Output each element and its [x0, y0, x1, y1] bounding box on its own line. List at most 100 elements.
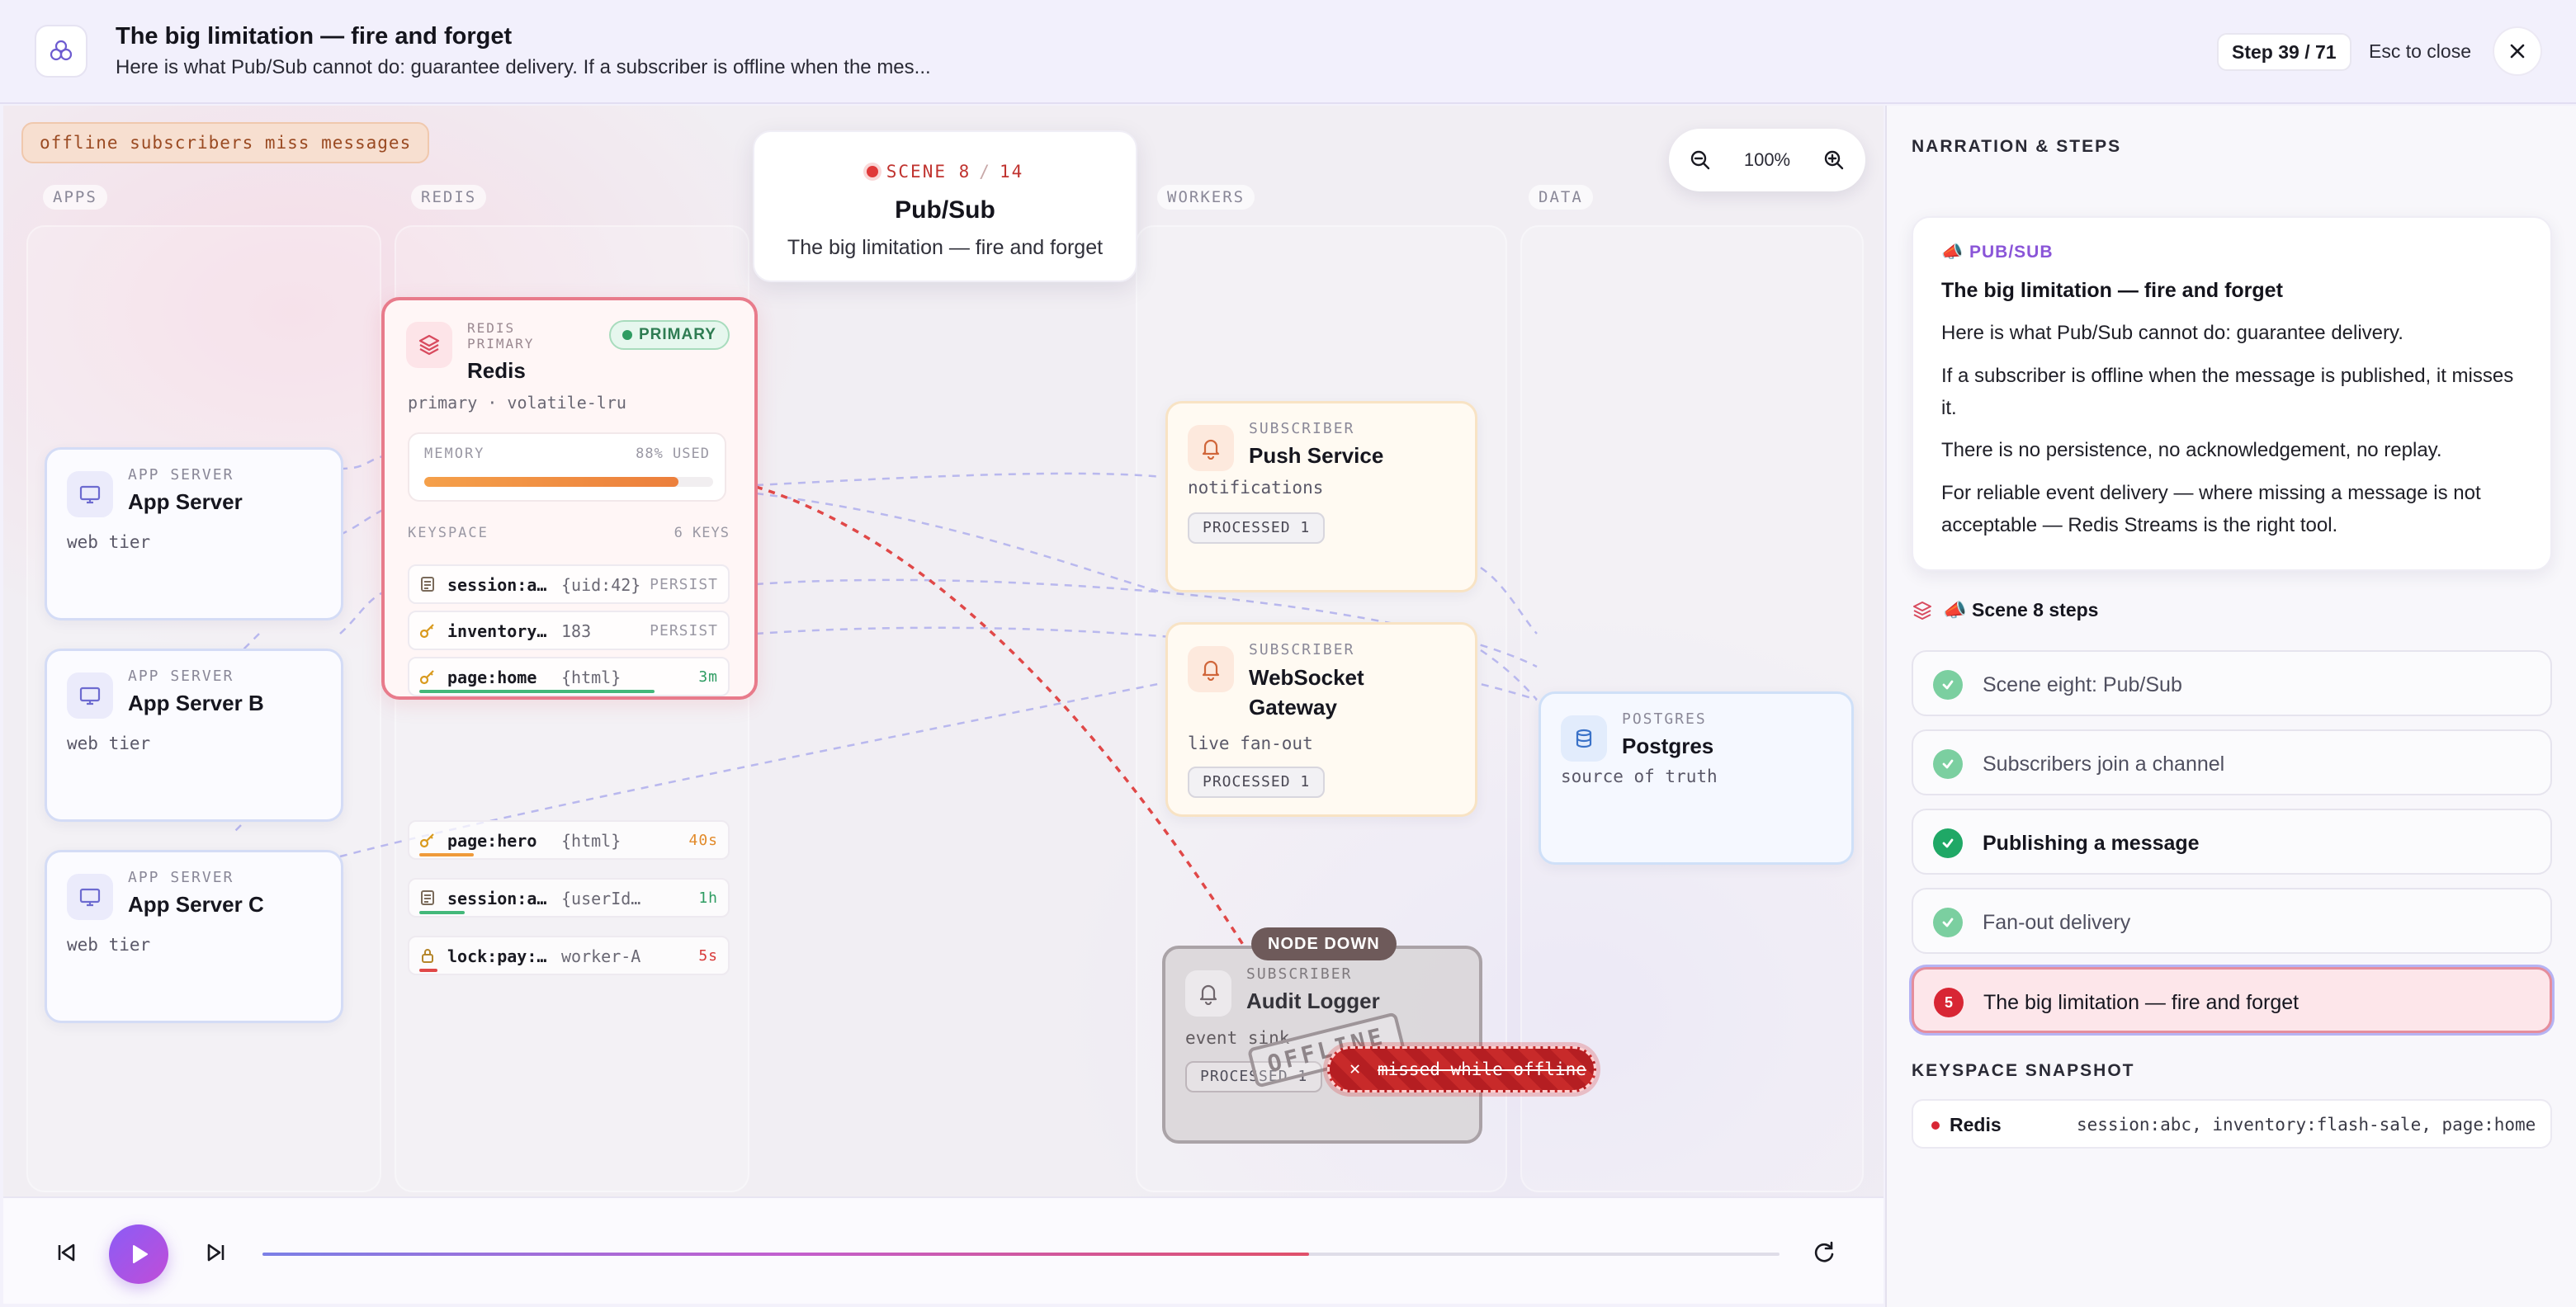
key-row[interactable]: session:a… {userId… 1h	[408, 878, 730, 918]
node-desc: web tier	[67, 532, 151, 552]
bell-icon	[1185, 970, 1231, 1017]
missed-message-label: missed while offline	[1378, 1059, 1586, 1079]
monitor-icon	[67, 672, 113, 719]
keyspace-heading: KEYSPACE SNAPSHOT	[1912, 1061, 2135, 1080]
key-icon	[419, 624, 434, 639]
narration-paragraph: There is no persistence, no acknowledgem…	[1941, 439, 2442, 461]
memory-meter: MEMORY 88% USED	[408, 432, 726, 502]
node-kind-line: PRIMARY	[467, 336, 535, 352]
next-step-button[interactable]	[200, 1236, 233, 1273]
step-counter: Step 39 / 71	[2217, 33, 2351, 71]
key-name: session:a…	[447, 889, 547, 908]
key-icon	[419, 833, 434, 848]
step-label: The big limitation — fire and forget	[1983, 991, 2299, 1014]
step-item-active[interactable]: 5 The big limitation — fire and forget	[1912, 967, 2552, 1033]
key-ttl: 40s	[688, 832, 718, 849]
lock-icon	[422, 949, 433, 963]
narration-paragraph: If a subscriber is offline when the mess…	[1941, 365, 2514, 419]
node-app-server[interactable]: APP SERVER App Server web tier	[45, 447, 343, 620]
step-item[interactable]: Publishing a message	[1912, 809, 2552, 875]
alert-badge: offline subscribers miss messages	[21, 122, 430, 163]
step-item[interactable]: Fan-out delivery	[1912, 888, 2552, 954]
node-postgres[interactable]: POSTGRES Postgres source of truth	[1539, 691, 1854, 865]
step-label: Subscribers join a channel	[1983, 753, 2225, 776]
database-icon	[1561, 715, 1607, 762]
monitor-icon	[67, 874, 113, 920]
key-ttl-bar	[419, 969, 437, 972]
bell-icon	[1188, 425, 1234, 471]
step-label: Fan-out delivery	[1983, 911, 2131, 934]
zoom-in-icon	[1825, 150, 1844, 170]
key-ttl: PERSIST	[650, 576, 718, 593]
x-icon: ✕	[1349, 1059, 1361, 1079]
esc-hint: Esc to close	[2369, 40, 2471, 62]
key-row[interactable]: lock:pay:… worker-A 5s	[408, 936, 730, 975]
node-title: Redis	[467, 358, 526, 383]
node-desc: live fan-out	[1188, 734, 1313, 753]
scene-number: SCENE 8	[886, 162, 971, 182]
modal-header: The big limitation — fire and forget Her…	[0, 0, 2576, 104]
node-down-badge: NODE DOWN	[1251, 927, 1397, 960]
step-item[interactable]: Scene eight: Pub/Sub	[1912, 650, 2552, 716]
restart-icon	[1814, 1241, 1834, 1262]
node-kind-line: REDIS	[467, 320, 516, 336]
narration-paragraph: For reliable event delivery — where miss…	[1941, 482, 2481, 536]
key-icon	[419, 670, 434, 685]
close-button[interactable]	[2493, 26, 2542, 76]
key-value: {html}	[561, 831, 622, 851]
skip-forward-icon	[207, 1243, 225, 1262]
node-title-line: WebSocket	[1249, 665, 1364, 690]
document-icon	[421, 577, 434, 592]
node-title: Push Service	[1249, 443, 1384, 468]
memory-bar-fill	[424, 477, 678, 487]
key-name: page:hero	[447, 831, 537, 851]
processed-badge: PROCESSED 1	[1188, 767, 1326, 798]
panel-heading: NARRATION & STEPS	[1912, 137, 2122, 156]
node-app-server-c[interactable]: APP SERVER App Server C web tier	[45, 850, 343, 1023]
page-title: The big limitation — fire and forget	[116, 23, 513, 50]
zoom-in-button[interactable]	[1816, 142, 1852, 178]
node-kind: POSTGRES	[1622, 710, 1707, 728]
key-ttl-bar	[419, 690, 655, 693]
play-button[interactable]	[109, 1224, 168, 1284]
zoom-out-icon	[1690, 150, 1709, 170]
node-app-server-b[interactable]: APP SERVER App Server B web tier	[45, 649, 343, 822]
restart-button[interactable]	[1808, 1236, 1841, 1273]
zoom-out-button[interactable]	[1682, 142, 1718, 178]
keyspace-count: 6 KEYS	[674, 525, 730, 541]
key-row[interactable]: page:hero {html} 40s	[408, 820, 730, 860]
node-title: Postgres	[1622, 734, 1714, 758]
key-row[interactable]: page:home {html} 3m	[408, 657, 730, 696]
key-name: lock:pay:…	[447, 946, 547, 966]
key-value: {userId…	[561, 889, 641, 908]
node-push-service[interactable]: SUBSCRIBER Push Service notifications PR…	[1165, 401, 1477, 592]
narration-paragraph: Here is what Pub/Sub cannot do: guarante…	[1941, 322, 2403, 344]
scene-title: Pub/Sub	[895, 196, 995, 224]
node-websocket-gateway[interactable]: SUBSCRIBER WebSocket Gateway live fan-ou…	[1165, 622, 1477, 817]
key-ttl-bar	[419, 853, 474, 856]
memory-used: 88% USED	[636, 446, 710, 462]
playback-bar	[3, 1196, 1884, 1304]
diagram-canvas[interactable]: APPS REDIS WORKERS DATA offline subscrib…	[3, 106, 1884, 1196]
node-title-line: Gateway	[1249, 695, 1337, 720]
key-row[interactable]: session:a… {uid:42} PERSIST	[408, 564, 730, 604]
status-dot-icon	[1931, 1121, 1940, 1130]
key-value: worker-A	[561, 946, 641, 966]
progress-fill	[262, 1253, 1310, 1256]
scene-card: SCENE 8 / 14 Pub/Sub The big limitation …	[753, 130, 1137, 282]
key-row[interactable]: inventory… 183 PERSIST	[408, 611, 730, 650]
node-title: App Server B	[128, 691, 264, 715]
step-label: Publishing a message	[1983, 832, 2200, 855]
narration-tag: 📣 PUB/SUB	[1941, 243, 2054, 262]
page-subtitle: Here is what Pub/Sub cannot do: guarante…	[116, 56, 931, 78]
steps-heading: 📣 Scene 8 steps	[1912, 599, 2098, 621]
node-kind: SUBSCRIBER	[1246, 965, 1353, 983]
scene-subtitle: The big limitation — fire and forget	[787, 236, 1104, 259]
node-title: App Server C	[128, 892, 264, 917]
key-value: 183	[561, 621, 592, 641]
key-ttl: PERSIST	[650, 622, 718, 639]
key-name: session:a…	[447, 575, 547, 595]
previous-step-button[interactable]	[50, 1236, 83, 1273]
progress-track[interactable]	[262, 1253, 1780, 1256]
step-item[interactable]: Subscribers join a channel	[1912, 729, 2552, 795]
